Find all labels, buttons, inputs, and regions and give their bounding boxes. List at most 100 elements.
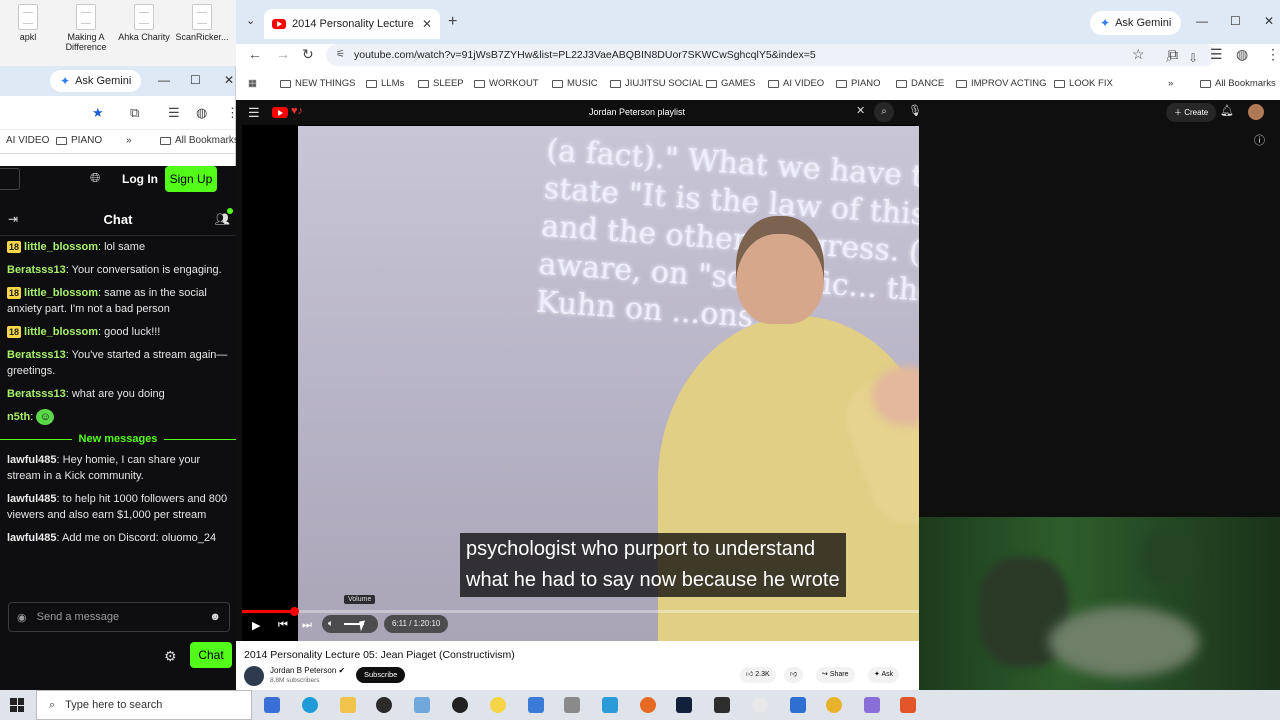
notifications-bell-icon[interactable]: 🔔︎ bbox=[1220, 104, 1234, 117]
calculator-app-icon[interactable] bbox=[264, 697, 280, 713]
all-bookmarks[interactable]: All Bookmarks bbox=[1200, 78, 1276, 89]
ask-gemini-button[interactable]: ✦ Ask Gemini bbox=[50, 70, 142, 92]
forward-arrow-icon[interactable]: → bbox=[276, 46, 290, 62]
desktop-icon-scanricker[interactable]: ScanRicker... bbox=[174, 4, 230, 42]
chat-username[interactable]: lawful485 bbox=[7, 493, 57, 505]
bookmark-star-icon[interactable]: ★ bbox=[92, 105, 104, 121]
channel-name[interactable]: Jordan B Peterson ✔ bbox=[270, 666, 345, 675]
windows-start-icon[interactable] bbox=[10, 698, 24, 712]
window-app-icon[interactable] bbox=[790, 697, 806, 713]
address-bar[interactable]: ⚟ youtube.com/watch?v=91jWsB7ZYHw&list=P… bbox=[326, 44, 1216, 66]
progress-scrubber[interactable] bbox=[290, 607, 299, 616]
bookmark-games[interactable]: GAMES bbox=[706, 78, 755, 89]
bookmark-sleep[interactable]: SLEEP bbox=[418, 78, 464, 89]
ask-gemini-button[interactable]: ✦ Ask Gemini bbox=[1090, 11, 1182, 35]
more-menu-icon[interactable]: ⋮ bbox=[1266, 46, 1280, 63]
search-icon[interactable]: ⌕ bbox=[874, 102, 894, 122]
chat-username[interactable]: Beratsss13 bbox=[7, 349, 66, 361]
clock-app-icon[interactable] bbox=[752, 697, 768, 713]
bookmark-new-things[interactable]: NEW THINGS bbox=[280, 78, 356, 89]
chat-username[interactable]: Beratsss13 bbox=[7, 264, 66, 276]
vpn-icon[interactable] bbox=[864, 697, 880, 713]
youtube-search-input[interactable]: Jordan Peterson playlist bbox=[579, 103, 871, 122]
chat-username[interactable]: lawful485 bbox=[7, 532, 57, 544]
reading-list-icon[interactable]: ☰ bbox=[168, 105, 180, 121]
file-explorer-icon[interactable] bbox=[340, 697, 356, 713]
minimize-icon[interactable]: — bbox=[158, 73, 170, 87]
kick-search-box[interactable] bbox=[0, 168, 20, 190]
close-icon[interactable]: ✕ bbox=[224, 73, 234, 87]
obs-icon[interactable] bbox=[376, 697, 392, 713]
extensions-icon[interactable]: ⧉ bbox=[130, 105, 139, 121]
bookmark-look-fix[interactable]: LOOK FIX bbox=[1054, 78, 1113, 89]
bookmark-ai-video[interactable]: AI VIDEO bbox=[6, 135, 49, 146]
video-player[interactable]: (a fact)." What we have the right to sta… bbox=[242, 125, 919, 641]
subscribe-button[interactable]: Subscribe bbox=[356, 667, 406, 683]
volume-control[interactable]: 🔈︎ bbox=[322, 615, 378, 633]
like-button[interactable]: 👍︎ 2.3K bbox=[740, 667, 776, 683]
youtube-logo-icon[interactable] bbox=[272, 107, 288, 118]
chat-username[interactable]: n5th bbox=[7, 411, 30, 423]
site-info-icon[interactable]: ⚟ bbox=[336, 44, 345, 66]
bookmarks-overflow-icon[interactable]: » bbox=[126, 135, 132, 146]
minimize-icon[interactable]: — bbox=[1196, 14, 1208, 28]
previous-icon[interactable]: ⏮ bbox=[278, 619, 288, 632]
youtube-doodle-icon[interactable]: ♥︎♪ bbox=[291, 105, 303, 117]
microphone-icon[interactable]: 🎙︎ bbox=[908, 104, 922, 117]
chat-username[interactable]: little_blossom bbox=[24, 287, 98, 299]
login-button[interactable]: Log In bbox=[122, 172, 158, 186]
profile-icon[interactable]: ◍ bbox=[1236, 46, 1248, 63]
chat-settings-gear-icon[interactable]: ⚙ bbox=[164, 648, 177, 665]
tab-close-icon[interactable]: ✕ bbox=[422, 17, 432, 31]
desktop-icon-apkl[interactable]: apkl bbox=[0, 4, 56, 42]
bookmark-star-icon[interactable]: ☆ bbox=[1132, 46, 1145, 63]
firefox-icon[interactable] bbox=[640, 697, 656, 713]
play-icon[interactable]: ▶ bbox=[252, 619, 260, 632]
dislike-button[interactable]: 👎︎ bbox=[784, 667, 804, 683]
clear-search-icon[interactable]: ✕ bbox=[856, 104, 865, 117]
chat-message-input[interactable]: ◉ Send a message ☻ bbox=[8, 602, 230, 632]
bookmark-music[interactable]: MUSIC bbox=[552, 78, 598, 89]
extensions-icon[interactable]: ⧉ bbox=[1168, 46, 1178, 63]
bookmark-llms[interactable]: LLMs bbox=[366, 78, 404, 89]
globe-icon[interactable]: 🌐︎ bbox=[90, 170, 100, 186]
chat-username[interactable]: Beratsss13 bbox=[7, 388, 66, 400]
reload-icon[interactable]: ↻ bbox=[302, 46, 314, 63]
github-icon[interactable] bbox=[452, 697, 468, 713]
davinci-resolve-icon[interactable] bbox=[714, 697, 730, 713]
reading-list-icon[interactable]: ☰ bbox=[1210, 46, 1223, 63]
maximize-icon[interactable]: ☐ bbox=[1230, 14, 1241, 28]
desktop-icon-ahka-charity[interactable]: Ahka Charity bbox=[116, 4, 172, 42]
create-button[interactable]: ＋ Create bbox=[1166, 103, 1217, 122]
next-icon[interactable]: ⏭ bbox=[302, 619, 312, 632]
hamburger-menu-icon[interactable]: ☰ bbox=[248, 105, 260, 121]
docs-icon[interactable] bbox=[528, 697, 544, 713]
chatters-icon[interactable]: 👥︎ bbox=[215, 212, 230, 226]
account-avatar[interactable] bbox=[1248, 104, 1264, 120]
close-icon[interactable]: ✕ bbox=[1264, 14, 1274, 28]
notepad-icon[interactable] bbox=[414, 697, 430, 713]
info-icon[interactable]: ⓘ bbox=[1254, 132, 1265, 148]
send-chat-button[interactable]: Chat bbox=[190, 642, 232, 668]
tab-search-chevron-icon[interactable]: ⌄ bbox=[246, 14, 255, 27]
bookmark-improv-acting[interactable]: IMPROV ACTING bbox=[956, 78, 1046, 89]
brave-icon[interactable] bbox=[900, 697, 916, 713]
chat-username[interactable]: little_blossom bbox=[24, 326, 98, 338]
volume-icon[interactable]: 🔈︎ bbox=[328, 618, 333, 629]
all-bookmarks[interactable]: All Bookmarks bbox=[160, 135, 239, 146]
photoshop-icon[interactable] bbox=[676, 697, 692, 713]
network-app-icon[interactable] bbox=[602, 697, 618, 713]
signup-button[interactable]: Sign Up bbox=[165, 166, 217, 192]
video-progress-bar[interactable] bbox=[242, 607, 919, 616]
chat-username[interactable]: lawful485 bbox=[7, 454, 57, 466]
bookmark-ai-video[interactable]: AI VIDEO bbox=[768, 78, 824, 89]
bookmark-piano[interactable]: PIANO bbox=[836, 78, 881, 89]
tab-youtube-lecture[interactable]: 2014 Personality Lecture 05: Jean ✕ bbox=[264, 9, 440, 39]
bookmark-workout[interactable]: WORKOUT bbox=[474, 78, 539, 89]
install-app-icon[interactable]: ⇩ bbox=[1188, 47, 1198, 66]
ask-button[interactable]: ✦ Ask bbox=[868, 667, 900, 683]
edge-browser-icon[interactable] bbox=[302, 697, 318, 713]
bookmarks-overflow-icon[interactable]: » bbox=[1168, 78, 1173, 89]
bookmark-jiujitsu-social[interactable]: JIUJITSU SOCIAL bbox=[610, 78, 703, 89]
new-tab-plus-icon[interactable]: + bbox=[448, 13, 457, 31]
